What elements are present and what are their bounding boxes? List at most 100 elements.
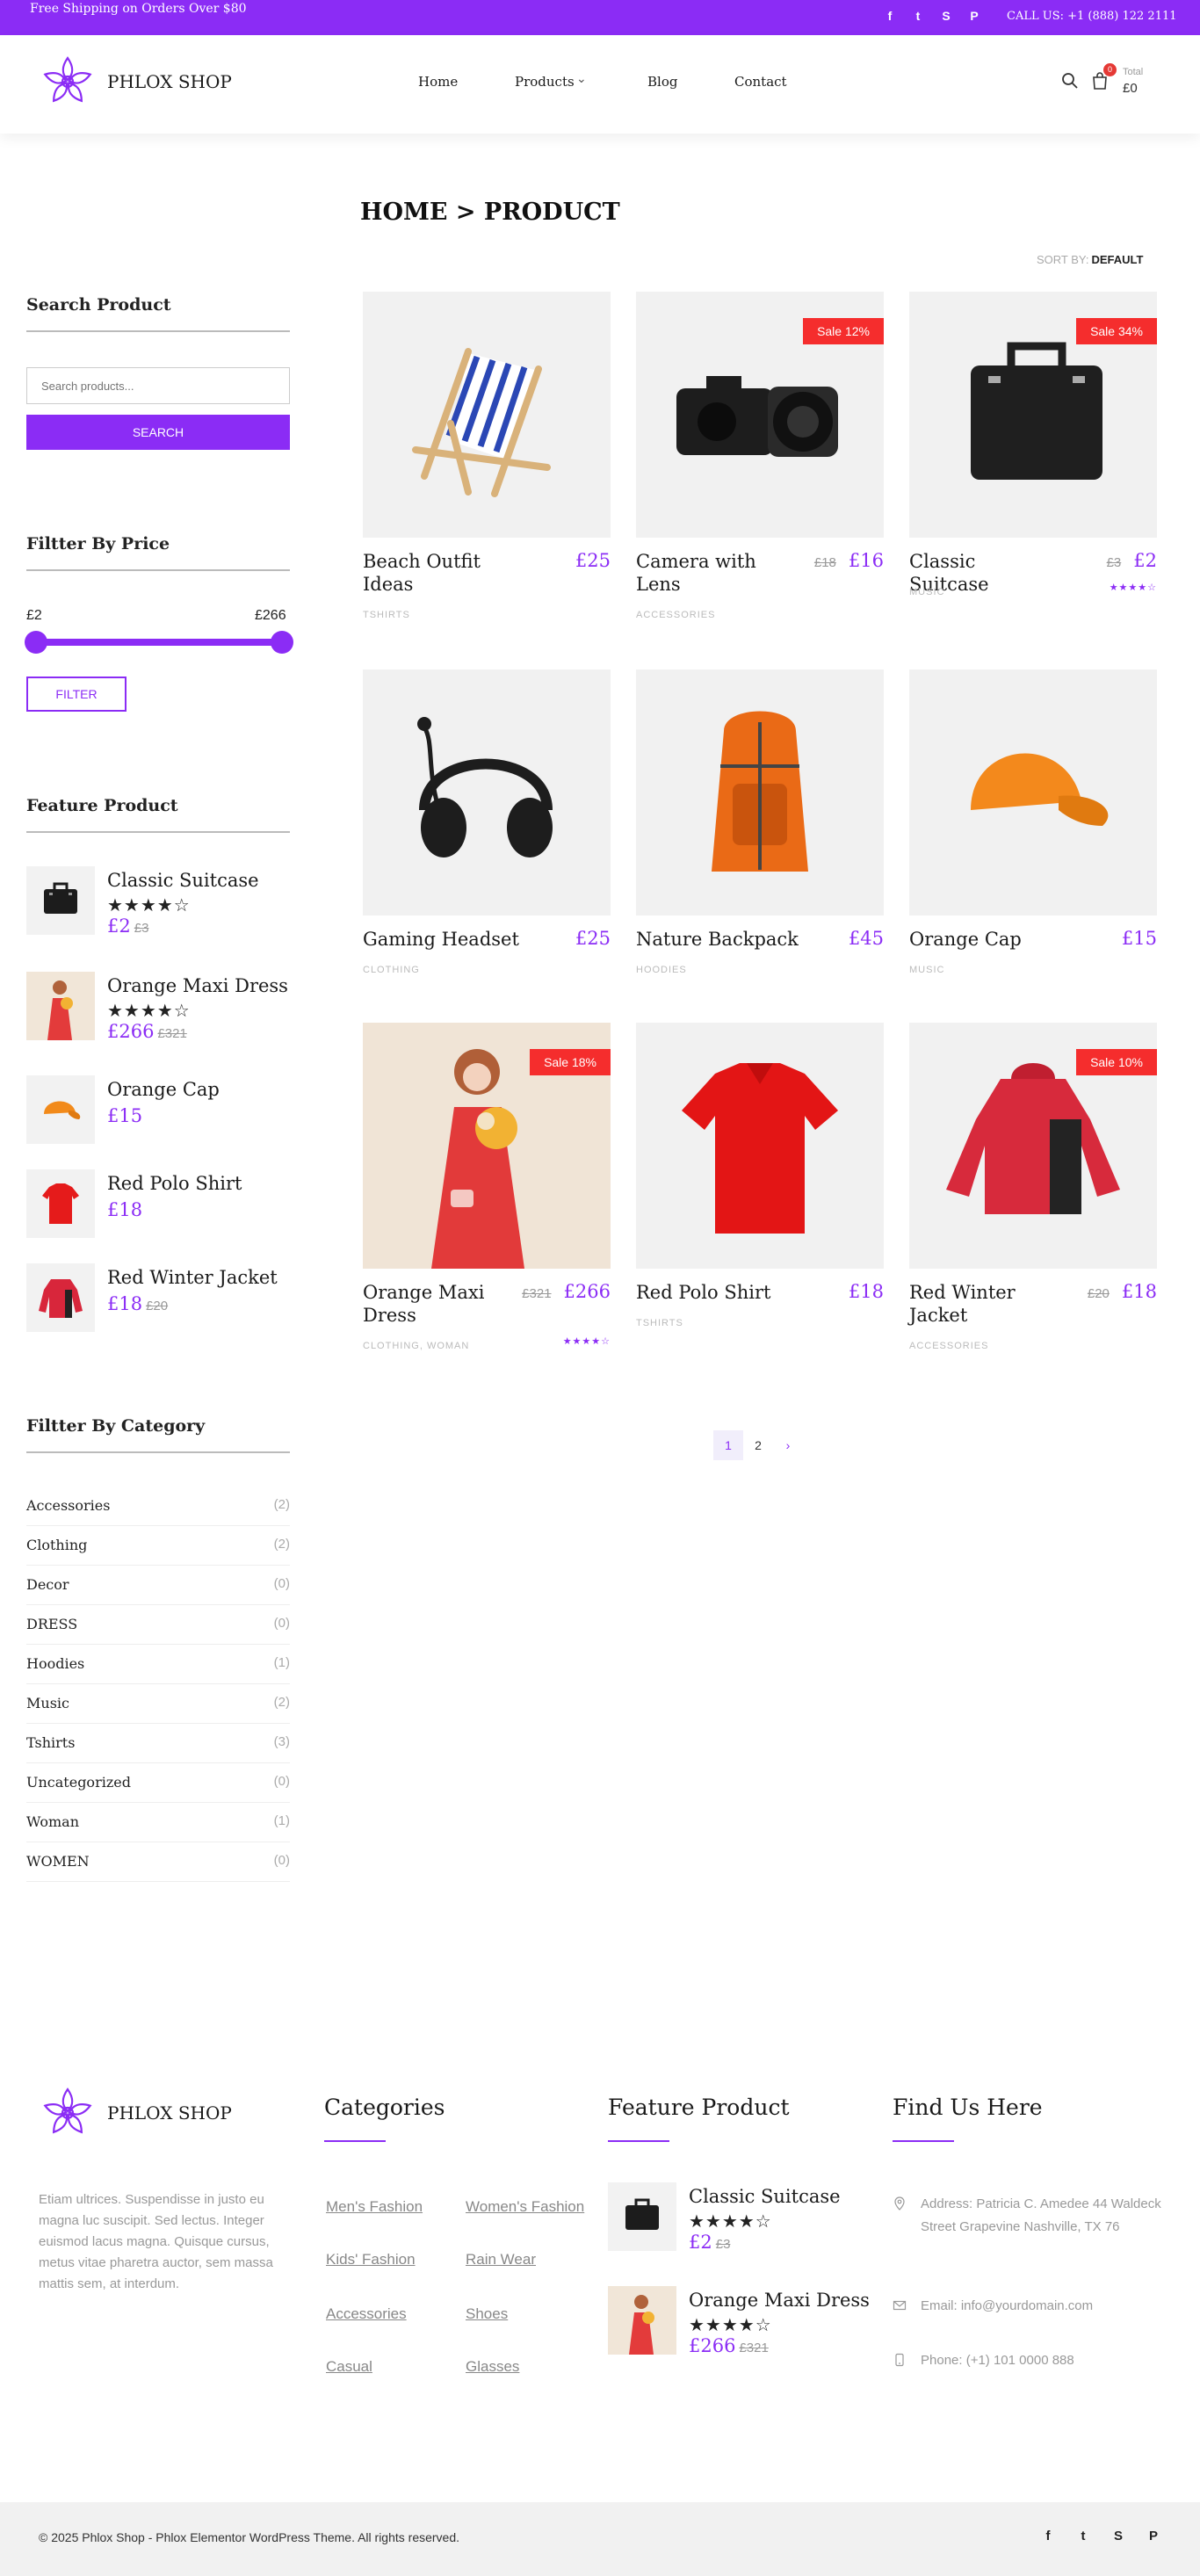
product-name[interactable]: Beach Outfit Ideas (363, 550, 512, 596)
price-slider-max-handle[interactable] (271, 631, 293, 654)
feature-item[interactable]: Red Winter Jacket £18 £20 (26, 1263, 307, 1334)
footer-category-link[interactable]: Casual (326, 2358, 372, 2376)
category-name[interactable]: Woman (26, 1813, 79, 1830)
feature-item[interactable]: Orange Maxi Dress ★★★★☆ £266 £321 (26, 972, 307, 1042)
product-category[interactable]: CLOTHING, WOMAN (363, 1341, 469, 1351)
page-1-button[interactable]: 1 (713, 1430, 743, 1460)
polo-thumbnail[interactable] (26, 1169, 95, 1238)
product-name[interactable]: Red Winter Jacket (909, 1281, 1059, 1327)
product-category[interactable]: MUSIC (909, 587, 944, 597)
feature-item[interactable]: Orange Cap £15 (26, 1075, 307, 1146)
product-name[interactable]: Gaming Headset (363, 928, 539, 951)
feature-item-name[interactable]: Orange Maxi Dress (107, 975, 288, 996)
product-image[interactable] (909, 669, 1157, 915)
email-text[interactable]: Email: info@yourdomain.com (921, 2295, 1175, 2318)
category-name[interactable]: Uncategorized (26, 1774, 131, 1791)
sort-by-control[interactable]: SORT BY: DEFAULT (1037, 253, 1143, 266)
category-row[interactable]: DRESS (0) (26, 1605, 290, 1645)
product-category[interactable]: MUSIC (909, 965, 944, 975)
nav-contact[interactable]: Contact (734, 74, 787, 90)
page-2-button[interactable]: 2 (743, 1430, 773, 1460)
product-category[interactable]: CLOTHING (363, 965, 420, 975)
skype-icon[interactable]: S (938, 8, 954, 24)
search-button[interactable]: SEARCH (26, 415, 290, 450)
footer-category-link[interactable]: Glasses (466, 2358, 519, 2376)
category-row[interactable]: Woman (1) (26, 1803, 290, 1842)
category-name[interactable]: Hoodies (26, 1655, 84, 1672)
search-icon[interactable] (1061, 72, 1079, 90)
twitter-icon[interactable]: t (1075, 2529, 1091, 2544)
product-category[interactable]: ACCESSORIES (636, 610, 715, 620)
product-name[interactable]: Orange Maxi Dress (363, 1281, 512, 1327)
feature-item[interactable]: Red Polo Shirt £18 (26, 1169, 307, 1240)
category-row[interactable]: Accessories (2) (26, 1487, 290, 1526)
footer-category-link[interactable]: Accessories (326, 2305, 407, 2323)
suitcase-thumbnail[interactable] (26, 866, 95, 935)
product-name[interactable]: Red Polo Shirt (636, 1281, 785, 1304)
suitcase-thumbnail[interactable] (608, 2182, 676, 2251)
dress-thumbnail[interactable] (608, 2286, 676, 2355)
feature-item-name[interactable]: Classic Suitcase (107, 870, 259, 891)
category-row[interactable]: Hoodies (1) (26, 1645, 290, 1684)
facebook-icon[interactable]: f (1040, 2529, 1056, 2544)
category-row[interactable]: Tshirts (3) (26, 1724, 290, 1763)
category-row[interactable]: Decor (0) (26, 1566, 290, 1605)
footer-feature-item[interactable]: Classic Suitcase ★★★★☆ £2 £3 (608, 2182, 889, 2253)
chevron-down-icon[interactable]: ⌄ (576, 72, 587, 86)
product-image[interactable]: Sale 34% (909, 292, 1157, 538)
footer-logo[interactable]: PHLOX SHOP (39, 2084, 232, 2142)
product-category[interactable]: TSHIRTS (636, 1318, 683, 1328)
category-name[interactable]: Decor (26, 1576, 69, 1593)
product-image[interactable]: Sale 10% (909, 1023, 1157, 1269)
category-row[interactable]: Uncategorized (0) (26, 1763, 290, 1803)
product-image[interactable] (363, 669, 611, 915)
skype-icon[interactable]: S (1110, 2529, 1126, 2544)
cap-thumbnail[interactable] (26, 1075, 95, 1144)
nav-home[interactable]: Home (418, 74, 458, 90)
pinterest-icon[interactable]: P (1146, 2529, 1161, 2544)
product-name[interactable]: Orange Cap (909, 928, 1059, 951)
filter-button[interactable]: FILTER (26, 677, 127, 712)
price-slider-min-handle[interactable] (25, 631, 47, 654)
twitter-icon[interactable]: t (910, 8, 926, 24)
footer-category-link[interactable]: Shoes (466, 2305, 508, 2323)
footer-category-link[interactable]: Women's Fashion (466, 2198, 584, 2216)
feature-item-name[interactable]: Classic Suitcase (689, 2186, 841, 2207)
product-image[interactable]: Sale 18% (363, 1023, 611, 1269)
phone-text[interactable]: Phone: (+1) 101 0000 888 (921, 2349, 1175, 2372)
feature-item-name[interactable]: Red Winter Jacket (107, 1267, 278, 1288)
product-image[interactable]: Sale 12% (636, 292, 884, 538)
price-range-track[interactable] (35, 639, 281, 646)
feature-item-name[interactable]: Orange Cap (107, 1079, 220, 1100)
category-name[interactable]: Tshirts (26, 1734, 75, 1751)
next-page-icon[interactable]: › (773, 1430, 803, 1460)
feature-item-name[interactable]: Orange Maxi Dress (689, 2290, 870, 2311)
product-category[interactable]: TSHIRTS (363, 610, 410, 620)
product-name[interactable]: Nature Backpack (636, 928, 812, 951)
footer-feature-item[interactable]: Orange Maxi Dress ★★★★☆ £266 £321 (608, 2286, 889, 2356)
dress-thumbnail[interactable] (26, 972, 95, 1040)
feature-item[interactable]: Classic Suitcase ★★★★☆ £2 £3 (26, 866, 307, 937)
nav-blog[interactable]: Blog (647, 74, 677, 90)
product-image[interactable] (636, 669, 884, 915)
category-row[interactable]: WOMEN (0) (26, 1842, 290, 1882)
search-input[interactable] (26, 367, 290, 404)
product-image[interactable] (363, 292, 611, 538)
category-name[interactable]: DRESS (26, 1616, 77, 1632)
site-logo[interactable]: PHLOX SHOP (39, 53, 232, 111)
product-category[interactable]: ACCESSORIES (909, 1341, 988, 1351)
category-name[interactable]: WOMEN (26, 1853, 90, 1870)
product-name[interactable]: Camera with Lens (636, 550, 785, 596)
facebook-icon[interactable]: f (882, 8, 898, 24)
product-image[interactable] (636, 1023, 884, 1269)
feature-item-name[interactable]: Red Polo Shirt (107, 1173, 242, 1194)
category-name[interactable]: Accessories (26, 1497, 110, 1514)
footer-category-link[interactable]: Kids' Fashion (326, 2251, 416, 2268)
nav-products[interactable]: Products (515, 74, 575, 90)
footer-category-link[interactable]: Rain Wear (466, 2251, 536, 2268)
category-row[interactable]: Clothing (2) (26, 1526, 290, 1566)
jacket-thumbnail[interactable] (26, 1263, 95, 1332)
category-name[interactable]: Music (26, 1695, 69, 1711)
product-category[interactable]: HOODIES (636, 965, 687, 975)
category-row[interactable]: Music (2) (26, 1684, 290, 1724)
